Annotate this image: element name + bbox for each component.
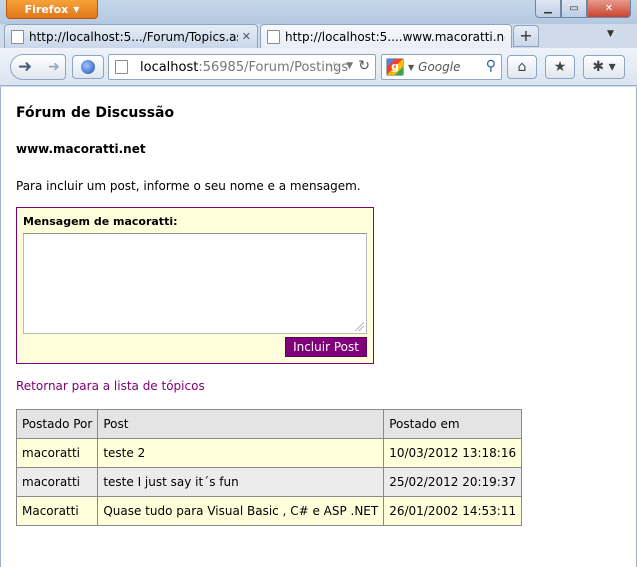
post-form: Mensagem de macoratti: Incluir Post — [16, 207, 374, 364]
google-icon[interactable]: g — [386, 58, 404, 76]
page-icon — [267, 30, 280, 44]
ie-tab-button[interactable] — [72, 55, 104, 79]
page-title: Fórum de Discussão — [16, 105, 175, 121]
table-cell: Quase tudo para Visual Basic , C# e ASP … — [97, 496, 385, 526]
window-titlebar: Firefox ▼ ▁ ▭ ✕ — [0, 0, 637, 24]
message-label: Mensagem de macoratti: — [23, 215, 178, 228]
table-cell: macoratti — [15, 467, 99, 497]
forward-arrow-icon[interactable]: ➜ — [43, 55, 65, 79]
search-icon[interactable]: ⚲ — [486, 58, 496, 74]
tab-strip: http://localhost:5.../Forum/Topics.aspx … — [0, 22, 637, 49]
table-cell: 26/01/2002 14:53:11 — [383, 496, 523, 526]
tab-topics[interactable]: http://localhost:5.../Forum/Topics.aspx … — [4, 24, 258, 48]
minimize-icon[interactable]: ▁ — [535, 0, 561, 18]
close-tab-icon[interactable]: ✕ — [242, 30, 251, 43]
chevron-down-icon[interactable]: ▼ — [346, 61, 353, 71]
bookmark-star-icon[interactable]: ☆ — [328, 58, 341, 76]
message-textarea[interactable] — [23, 233, 367, 334]
url-host: localhost — [140, 59, 199, 75]
page-icon — [11, 29, 24, 44]
chevron-down-icon: ▼ — [73, 4, 80, 14]
table-cell: 25/02/2012 20:19:37 — [383, 467, 523, 497]
globe-icon — [81, 60, 95, 74]
site-name: www.macoratti.net — [16, 142, 146, 156]
table-cell: Macoratti — [15, 496, 99, 526]
window-controls: ▁ ▭ ✕ — [535, 0, 631, 18]
chevron-down-icon[interactable]: ▼ — [408, 63, 414, 72]
column-header: Postado Por — [15, 409, 99, 439]
bookmarks-icon[interactable]: ★ — [545, 55, 575, 79]
back-forward-group: ➜ ➜ — [10, 54, 66, 80]
page-icon — [115, 60, 128, 74]
posts-table: Postado Por Post Postado em macoratti te… — [15, 409, 523, 526]
page-content: Fórum de Discussão www.macoratti.net Par… — [0, 87, 637, 567]
back-to-topics-link[interactable]: Retornar para a lista de tópicos — [16, 379, 205, 393]
column-header: Postado em — [383, 409, 523, 439]
instructions-text: Para incluir um post, informe o seu nome… — [16, 179, 361, 193]
tab-label: http://localhost:5....www.macoratti.net — [285, 30, 505, 44]
firefox-menu-label: Firefox — [24, 2, 69, 16]
table-cell: 10/03/2012 13:18:16 — [383, 438, 523, 468]
table-row: macoratti teste I just say it´s fun 25/0… — [15, 467, 523, 497]
navigation-toolbar: ➜ ➜ localhost:56985/Forum/Postings ☆ ▼ ↻… — [0, 48, 637, 86]
table-cell: macoratti — [15, 438, 99, 468]
submit-post-button[interactable]: Incluir Post — [285, 337, 367, 357]
new-tab-button[interactable]: + — [513, 25, 539, 47]
column-header: Post — [97, 409, 385, 439]
reload-icon[interactable]: ↻ — [358, 58, 370, 74]
close-window-icon[interactable]: ✕ — [587, 0, 631, 18]
addon-icon[interactable]: ✱ ▾ — [583, 55, 625, 79]
table-row: macoratti teste 2 10/03/2012 13:18:16 — [15, 438, 523, 468]
table-row: Macoratti Quase tudo para Visual Basic ,… — [15, 496, 523, 526]
tab-label: http://localhost:5.../Forum/Topics.aspx — [29, 29, 238, 44]
table-cell: teste 2 — [97, 438, 385, 468]
resize-grip-icon[interactable] — [354, 321, 364, 331]
chevron-down-icon[interactable]: ▼ — [607, 29, 614, 39]
home-icon[interactable]: ⌂ — [507, 55, 537, 79]
tab-postings[interactable]: http://localhost:5....www.macoratti.net — [260, 24, 512, 49]
maximize-icon[interactable]: ▭ — [561, 0, 587, 18]
table-header-row: Postado Por Post Postado em — [15, 409, 523, 439]
table-cell: teste I just say it´s fun — [97, 467, 385, 497]
search-bar[interactable]: g ▼ Google ⚲ — [381, 54, 502, 80]
address-bar[interactable]: localhost:56985/Forum/Postings ☆ ▼ ↻ — [108, 54, 376, 80]
firefox-menu-button[interactable]: Firefox ▼ — [6, 0, 98, 19]
url-path: :56985/Forum/Postings — [198, 59, 349, 75]
search-placeholder: Google — [418, 60, 461, 74]
back-arrow-icon[interactable]: ➜ — [11, 55, 39, 79]
